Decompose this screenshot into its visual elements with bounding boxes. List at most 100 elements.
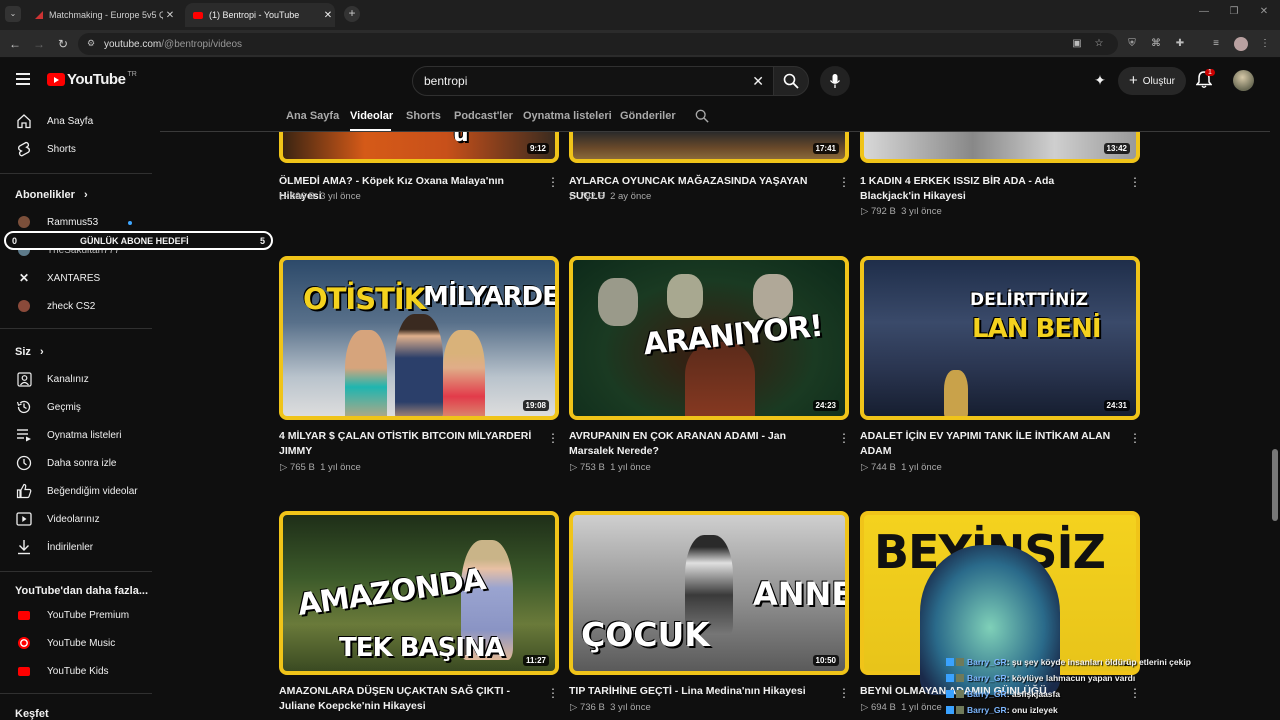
screen-capture-icon[interactable]: ▣ [1071,38,1083,50]
subscriptions-heading[interactable]: Abonelikler › [15,189,88,201]
user-avatar[interactable] [1233,70,1254,91]
back-icon[interactable]: ← [7,37,23,51]
maximize-icon[interactable]: ❐ [1224,6,1244,17]
video-thumbnail[interactable]: AMAZONDA TEK BAŞINA 11:27 [279,511,559,675]
reading-list-icon[interactable]: ≡ [1210,38,1222,50]
notifications-button[interactable]: 1 [1195,69,1216,91]
video-menu-icon[interactable]: ⋮ [838,176,850,188]
video-views: 744 B [870,462,896,473]
channel-avatar [15,297,33,315]
sidebar-item-zheck-cs2[interactable]: zheck CS2 [0,292,155,320]
video-title[interactable]: AVRUPANIN EN ÇOK ARANAN ADAMI - Jan Mars… [569,429,831,459]
video-views: 765 B [289,462,315,473]
thumbnail-text: LAN BENİ [972,314,1102,344]
tab-shorts[interactable]: Shorts [406,110,441,122]
sidebar-item-home[interactable]: Ana Sayfa [0,107,155,135]
close-tab-icon[interactable]: ✕ [321,10,335,21]
video-meta: ▷ 765 B 1 yıl önce [280,462,361,473]
tab-posts[interactable]: Gönderiler [620,110,676,122]
microphone-icon [829,74,841,88]
forward-icon[interactable]: → [31,37,47,51]
video-menu-icon[interactable]: ⋮ [1129,432,1141,444]
sidebar-item-downloads[interactable]: İndirilenler [0,533,155,561]
video-menu-icon[interactable]: ⋮ [838,432,850,444]
extension-icon[interactable]: ⌘ [1150,38,1162,50]
browser-menu-icon[interactable]: ⋮ [1259,38,1271,50]
youtube-logo[interactable]: YouTube TR [47,71,137,88]
page-scrollbar-track[interactable] [1270,104,1280,720]
sidebar-item-label: Oynatma listeleri [47,429,122,441]
bookmark-star-icon[interactable]: ☆ [1093,38,1105,50]
clear-search-icon[interactable]: ✕ [752,73,764,90]
video-title[interactable]: AMAZONLARA DÜŞEN UÇAKTAN SAĞ ÇIKTI - Jul… [279,684,541,714]
video-title[interactable]: TIP TARİHİNE GEÇTİ - Lina Medina'nın Hik… [569,684,831,699]
sidebar-item-liked-videos[interactable]: Beğendiğim videolar [0,477,155,505]
close-window-icon[interactable]: ✕ [1254,6,1274,17]
youtube-favicon-icon [193,11,203,19]
video-menu-icon[interactable]: ⋮ [838,687,850,699]
sidebar-item-youtube-music[interactable]: YouTube Music [0,629,155,657]
tab-home[interactable]: Ana Sayfa [286,110,339,122]
sidebar-item-your-channel[interactable]: Kanalınız [0,365,155,393]
thumbnail-person [443,330,485,416]
browser-tab-matchmaking[interactable]: Matchmaking - Europe 5v5 Qu ✕ [27,3,177,27]
search-input[interactable]: bentropi ✕ [412,66,774,96]
tab-title: Matchmaking - Europe 5v5 Qu [49,10,163,20]
sidebar-item-youtube-kids[interactable]: YouTube Kids [0,657,155,685]
profile-avatar[interactable] [1234,37,1248,51]
video-thumbnail[interactable]: ü 9:12 [279,132,559,163]
search-button[interactable] [773,66,809,96]
sidebar-item-watch-later[interactable]: Daha sonra izle [0,449,155,477]
page-scrollbar-thumb[interactable] [1272,449,1278,521]
tab-videos[interactable]: Videolar [350,110,393,122]
sidebar-item-xantares[interactable]: ✕ XANTARES [0,264,155,292]
video-title[interactable]: ADALET İÇİN EV YAPIMI TANK İLE İNTİKAM A… [860,429,1122,459]
video-age: 1 yıl önce [320,462,361,473]
site-info-icon[interactable]: ⚙ [87,38,95,49]
sidebar-item-label: Ana Sayfa [47,115,94,127]
video-duration: 24:31 [1103,400,1130,411]
voice-search-button[interactable] [820,66,850,96]
chat-message: Barry_GR: şu şey köyde insanları öldürüp… [946,654,1280,670]
thumbnail-text: AMAZONDA [295,562,488,623]
video-menu-icon[interactable]: ⋮ [547,432,559,444]
video-title[interactable]: 1 KADIN 4 ERKEK ISSIZ BİR ADA - Ada Blac… [860,174,1110,204]
tab-playlists[interactable]: Oynatma listeleri [523,110,612,122]
puzzle-extensions-icon[interactable]: ✚ [1174,38,1186,50]
sidebar-item-shorts[interactable]: Shorts [0,135,155,163]
video-title[interactable]: 4 MİLYAR $ ÇALAN OTİSTİK BITCOIN MİLYARD… [279,429,541,459]
video-thumbnail[interactable]: DELİRTTİNİZ LAN BENİ 24:31 [860,256,1140,420]
address-bar[interactable]: ⚙ youtube.com/@bentropi/videos [78,33,1118,55]
tab-search-button[interactable]: ⌄ [5,6,21,22]
video-thumbnail[interactable]: OTİSTİK MİLYARDER 19:08 [279,256,559,420]
you-heading[interactable]: Siz › [15,346,44,358]
video-menu-icon[interactable]: ⋮ [1129,176,1141,188]
sidebar-divider [0,173,152,174]
sidebar-item-your-videos[interactable]: Videolarınız [0,505,155,533]
playlists-icon [15,426,33,444]
sidebar-item-youtube-premium[interactable]: YouTube Premium [0,601,155,629]
browser-tab-youtube[interactable]: (1) Bentropi - YouTube ✕ [185,3,335,27]
video-thumbnail[interactable]: 17:41 [569,132,849,163]
more-from-youtube-heading: YouTube'dan daha fazla... [15,585,148,597]
reload-icon[interactable]: ↻ [55,37,71,51]
video-menu-icon[interactable]: ⋮ [547,687,559,699]
thumbnail-person [395,314,443,416]
create-label: Oluştur [1142,75,1175,87]
hamburger-menu-icon[interactable] [16,73,30,85]
close-tab-icon[interactable]: ✕ [163,10,177,21]
shield-extension-icon[interactable]: ⛨ [1126,38,1138,50]
sidebar-item-playlists[interactable]: Oynatma listeleri [0,421,155,449]
video-menu-icon[interactable]: ⋮ [547,176,559,188]
video-thumbnail[interactable]: ANNE ÇOCUK 10:50 [569,511,849,675]
tab-podcasts[interactable]: Podcast'ler [454,110,513,122]
create-button[interactable]: + Oluştur [1118,67,1186,95]
ai-sparkle-icon[interactable]: ✦ [1092,72,1108,88]
video-thumbnail[interactable]: ARANIYOR! 24:23 [569,256,849,420]
minimize-icon[interactable]: — [1194,6,1214,17]
channel-search-icon[interactable] [695,109,709,128]
video-views: 694 B [870,702,896,713]
new-tab-button[interactable]: + [344,6,360,22]
video-thumbnail[interactable]: 13:42 [860,132,1140,163]
sidebar-item-history[interactable]: Geçmiş [0,393,155,421]
